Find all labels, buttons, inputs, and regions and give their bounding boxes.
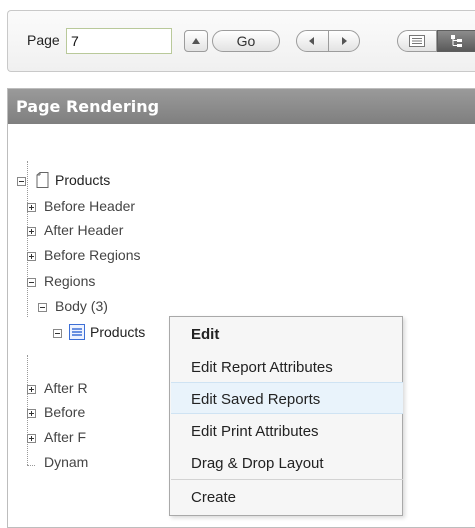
- list-view-button[interactable]: [397, 30, 437, 52]
- tree-node-label: Before Header: [44, 198, 136, 214]
- expand-icon[interactable]: [27, 203, 36, 212]
- menu-separator: [171, 479, 403, 480]
- menu-item-edit-report-attributes[interactable]: Edit Report Attributes: [171, 351, 403, 383]
- view-toggle: [397, 30, 475, 52]
- tree-node-before-footer[interactable]: Before: [17, 404, 85, 420]
- tree-node-dynamic-actions[interactable]: Dynam: [17, 454, 88, 470]
- tree-node-label: Before Regions: [44, 247, 141, 263]
- collapse-icon[interactable]: [17, 177, 26, 186]
- menu-item-drag-drop-layout[interactable]: Drag & Drop Layout: [171, 447, 403, 479]
- tree-node-products-report[interactable]: Products: [48, 324, 145, 340]
- tree-node-label: Body (3): [55, 298, 108, 314]
- page-navigation: [296, 30, 360, 52]
- tree-node-after-header[interactable]: After Header: [17, 222, 123, 238]
- tree-node-label: Dynam: [44, 454, 89, 470]
- arrow-left-icon: [309, 37, 315, 45]
- collapse-icon[interactable]: [38, 303, 47, 312]
- tree-node-after-footer[interactable]: After F: [17, 429, 86, 445]
- tree-node-before-regions[interactable]: Before Regions: [17, 247, 141, 263]
- page-label: Page: [27, 32, 60, 48]
- menu-item-create[interactable]: Create: [171, 481, 403, 513]
- page-number-input[interactable]: [66, 28, 172, 54]
- page-toolbar: Page Go: [7, 10, 475, 72]
- page-icon: [36, 172, 49, 188]
- go-button[interactable]: Go: [212, 30, 280, 52]
- list-view-icon: [409, 35, 425, 47]
- tree-node-label: Before: [44, 404, 86, 420]
- tree-node-label: After Header: [44, 222, 124, 238]
- tree-node-label: Products: [55, 172, 111, 188]
- tree-node-label: After R: [44, 380, 88, 396]
- tree-node-regions[interactable]: Regions: [17, 273, 95, 289]
- tree-node-body[interactable]: Body (3): [33, 298, 108, 314]
- arrow-right-icon: [341, 37, 347, 45]
- menu-item-edit-print-attributes[interactable]: Edit Print Attributes: [171, 415, 403, 447]
- report-icon: [69, 324, 85, 340]
- expand-icon[interactable]: [27, 385, 36, 394]
- menu-item-edit-saved-reports[interactable]: Edit Saved Reports: [171, 382, 403, 414]
- tree-view-icon: [451, 35, 462, 47]
- collapse-icon[interactable]: [53, 329, 62, 338]
- expand-icon[interactable]: [27, 409, 36, 418]
- panel-title: Page Rendering: [8, 89, 475, 124]
- page-up-button[interactable]: [184, 30, 208, 52]
- tree-node-root[interactable]: Products: [17, 172, 110, 188]
- tree-node-label: Regions: [44, 273, 96, 289]
- context-menu: Edit Edit Report Attributes Edit Saved R…: [169, 316, 403, 516]
- next-page-button[interactable]: [327, 31, 360, 51]
- expand-icon[interactable]: [27, 227, 36, 236]
- menu-item-edit[interactable]: Edit: [171, 318, 403, 350]
- tree-node-label: After F: [44, 429, 87, 445]
- tree-node-before-header[interactable]: Before Header: [17, 198, 135, 214]
- triangle-up-icon: [192, 38, 200, 44]
- expand-icon[interactable]: [27, 434, 36, 443]
- tree-node-after-regions[interactable]: After R: [17, 380, 88, 396]
- expand-icon[interactable]: [27, 252, 36, 261]
- previous-page-button[interactable]: [297, 31, 328, 51]
- tree-node-label: Products: [90, 324, 146, 340]
- collapse-icon[interactable]: [27, 278, 36, 287]
- tree-view-button[interactable]: [437, 30, 475, 52]
